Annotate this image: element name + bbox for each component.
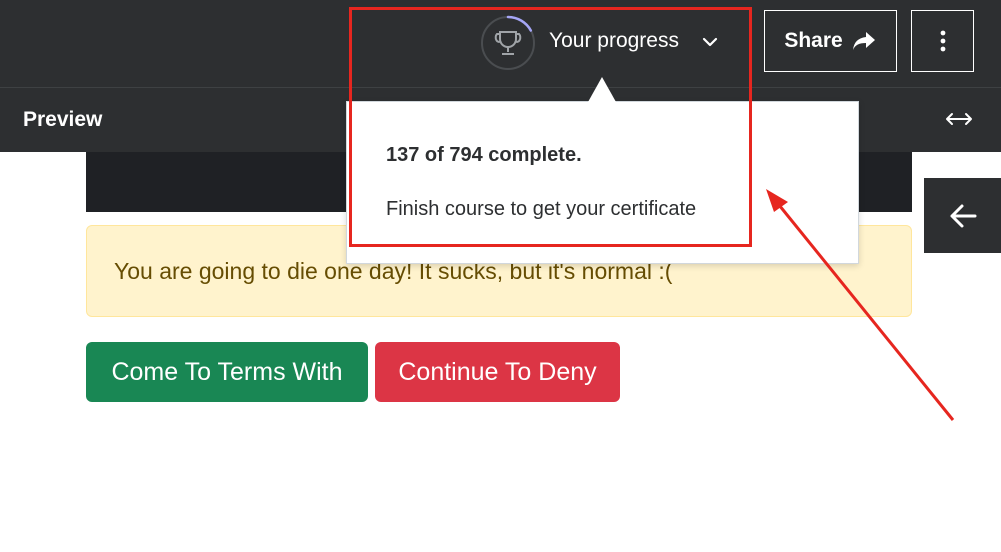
come-to-terms-button[interactable]: Come To Terms With xyxy=(86,342,368,402)
annotation-highlight-box xyxy=(349,7,752,247)
preview-title: Preview xyxy=(23,108,103,131)
share-arrow-icon xyxy=(852,32,875,50)
more-options-button[interactable] xyxy=(911,10,974,72)
more-vertical-icon xyxy=(940,30,945,52)
continue-to-deny-button[interactable]: Continue To Deny xyxy=(375,342,620,402)
annotation-arrow xyxy=(766,189,955,421)
share-button[interactable]: Share xyxy=(764,10,897,72)
share-button-label: Share xyxy=(784,29,843,52)
expand-horizontal-icon[interactable] xyxy=(944,108,974,130)
